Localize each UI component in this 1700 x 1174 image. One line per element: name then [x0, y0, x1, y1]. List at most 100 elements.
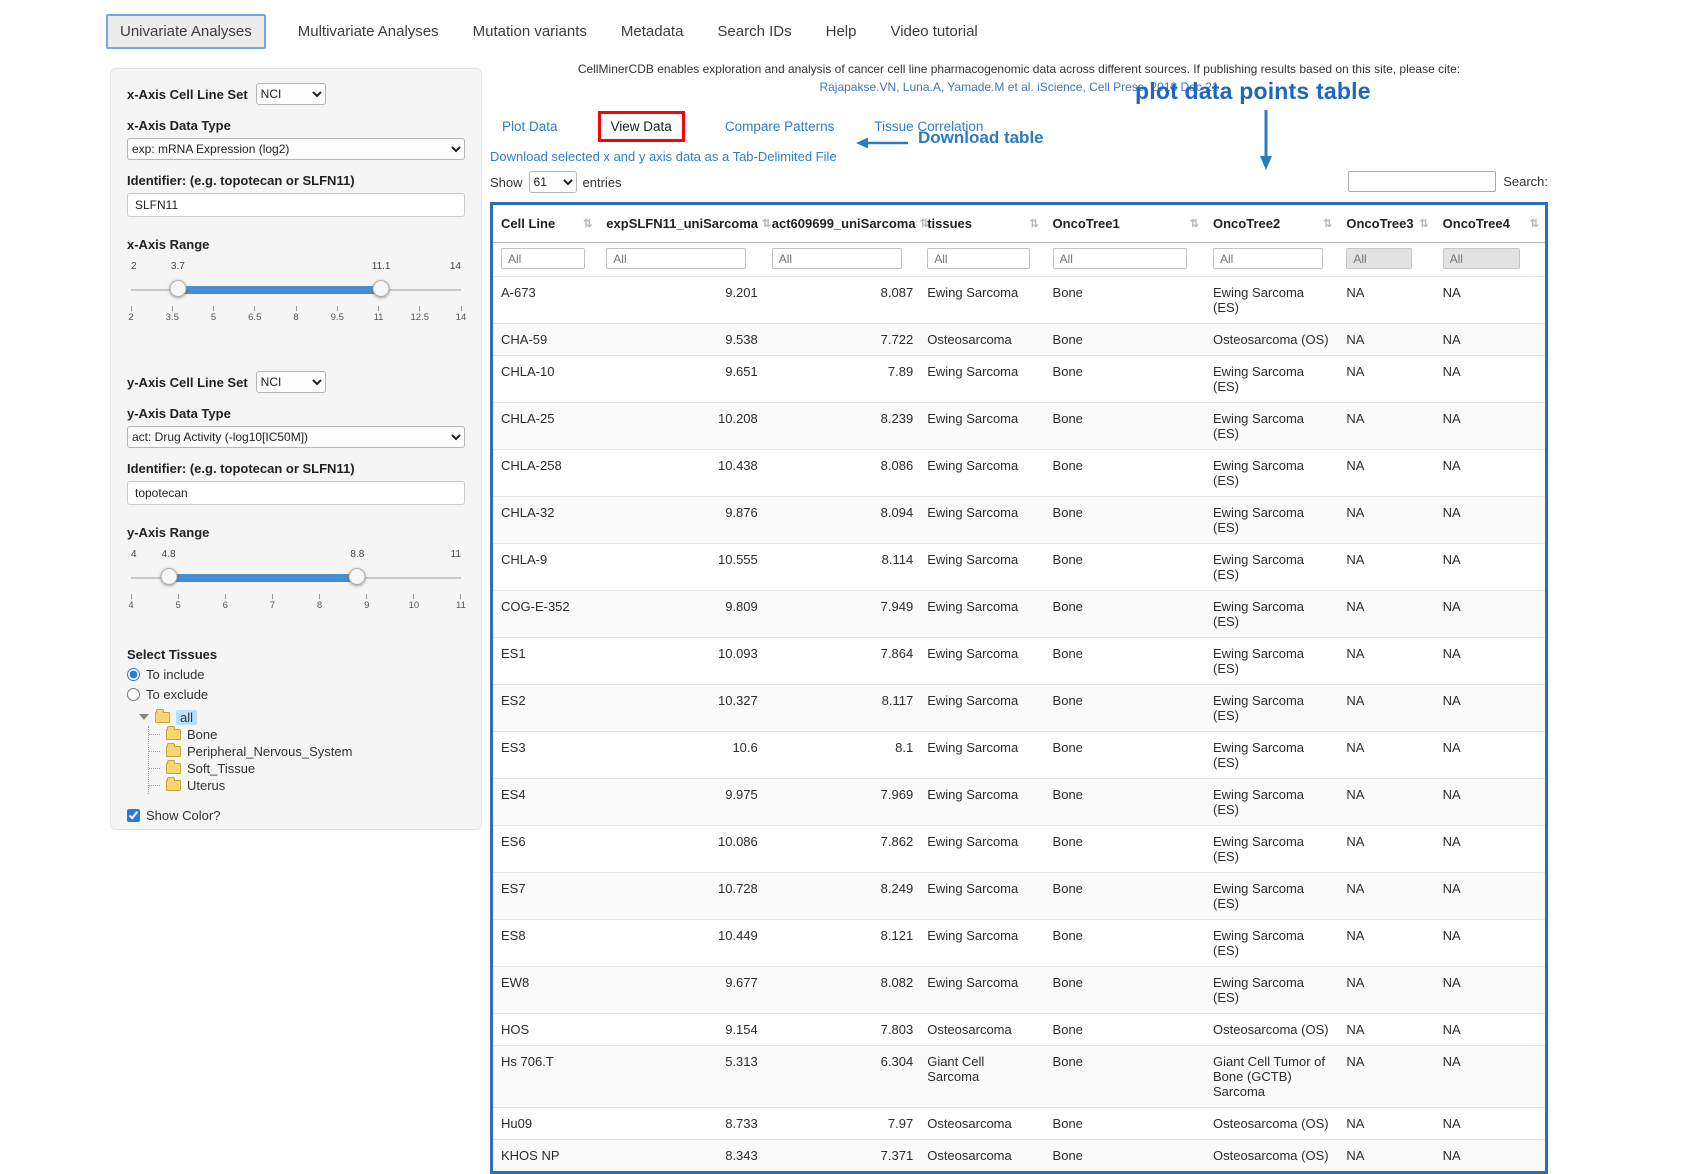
tree-node-peripheral-nervous-system[interactable]: Peripheral_Nervous_System: [149, 743, 465, 760]
column-header-oncotree3[interactable]: OncoTree3⇅: [1338, 205, 1434, 243]
tree-node-soft-tissue[interactable]: Soft_Tissue: [149, 760, 465, 777]
nav-tab-mutation-variants[interactable]: Mutation variants: [471, 15, 589, 48]
oncotree3-cell: NA: [1338, 403, 1434, 450]
oncotree1-cell: Bone: [1045, 1140, 1205, 1172]
filter-oncotree1[interactable]: [1053, 248, 1188, 269]
tissues-exclude-radio[interactable]: [127, 688, 140, 701]
show-color-checkbox[interactable]: [127, 809, 140, 822]
sort-icon[interactable]: ⇅: [1029, 217, 1038, 230]
subtab-compare-patterns[interactable]: Compare Patterns: [725, 119, 835, 134]
tree-node-all[interactable]: all: [139, 708, 465, 726]
nav-tab-multivariate-analyses[interactable]: Multivariate Analyses: [296, 15, 441, 48]
table-row[interactable]: A-673 9.201 8.087 Ewing Sarcoma Bone Ewi…: [493, 277, 1545, 324]
table-row[interactable]: EW8 9.677 8.082 Ewing Sarcoma Bone Ewing…: [493, 967, 1545, 1014]
sort-icon[interactable]: ⇅: [762, 217, 771, 230]
y-axis-range-slider[interactable]: 4 11 4.8 8.8: [131, 564, 461, 594]
table-search-input[interactable]: [1348, 171, 1496, 192]
table-row[interactable]: ES8 10.449 8.121 Ewing Sarcoma Bone Ewin…: [493, 920, 1545, 967]
sort-icon[interactable]: ⇅: [1323, 217, 1332, 230]
exp-value-cell: 9.201: [598, 277, 763, 324]
table-row[interactable]: ES6 10.086 7.862 Ewing Sarcoma Bone Ewin…: [493, 826, 1545, 873]
act-value-cell: 7.864: [764, 638, 919, 685]
y-identifier-input[interactable]: [127, 481, 465, 505]
download-tab-delimited-link[interactable]: Download selected x and y axis data as a…: [490, 149, 1548, 164]
tree-node-uterus[interactable]: Uterus: [149, 777, 465, 794]
table-row[interactable]: CHLA-258 10.438 8.086 Ewing Sarcoma Bone…: [493, 450, 1545, 497]
column-header-oncotree4[interactable]: OncoTree4⇅: [1435, 205, 1545, 243]
tree-item-label[interactable]: Soft_Tissue: [187, 761, 255, 776]
table-controls: Show 61 entries Search:: [490, 171, 1548, 197]
exp-value-cell: 9.651: [598, 356, 763, 403]
table-row[interactable]: KHOS NP 8.343 7.371 Osteosarcoma Bone Os…: [493, 1140, 1545, 1172]
table-row[interactable]: CHA-59 9.538 7.722 Osteosarcoma Bone Ost…: [493, 324, 1545, 356]
x-cell-line-set-select[interactable]: NCI: [256, 83, 326, 105]
nav-tab-metadata[interactable]: Metadata: [619, 15, 686, 48]
oncotree3-cell: NA: [1338, 967, 1434, 1014]
table-row[interactable]: COG-E-352 9.809 7.949 Ewing Sarcoma Bone…: [493, 591, 1545, 638]
citation-reference-link[interactable]: Rajapakse.VN, Luna.A, Yamade.M et al. iS…: [490, 80, 1548, 94]
table-row[interactable]: CHLA-9 10.555 8.114 Ewing Sarcoma Bone E…: [493, 544, 1545, 591]
table-row[interactable]: Hs 706.T 5.313 6.304 Giant Cell Sarcoma …: [493, 1046, 1545, 1108]
table-row[interactable]: CHLA-25 10.208 8.239 Ewing Sarcoma Bone …: [493, 403, 1545, 450]
nav-tab-help[interactable]: Help: [824, 15, 859, 48]
oncotree4-cell: NA: [1435, 1014, 1545, 1046]
filter-oncotree4[interactable]: [1443, 248, 1520, 269]
filter-cell-line[interactable]: [501, 248, 585, 269]
x-axis-range-slider[interactable]: 2 14 3.7 11.1: [131, 276, 461, 306]
column-header-exp-slfn11[interactable]: expSLFN11_uniSarcoma⇅: [598, 205, 763, 243]
x-range-handle-low[interactable]: [169, 280, 186, 297]
tree-node-bone[interactable]: Bone: [149, 726, 465, 743]
nav-tab-search-ids[interactable]: Search IDs: [715, 15, 793, 48]
entries-count-select[interactable]: 61: [529, 171, 577, 193]
table-row[interactable]: Hu09 8.733 7.97 Osteosarcoma Bone Osteos…: [493, 1108, 1545, 1140]
column-header-cell-line[interactable]: Cell Line⇅: [493, 205, 598, 243]
column-header-act609699[interactable]: act609699_uniSarcoma⇅: [764, 205, 919, 243]
y-range-low-value: 4.8: [162, 549, 176, 560]
subtab-view-data[interactable]: View Data: [611, 119, 672, 134]
table-row[interactable]: HOS 9.154 7.803 Osteosarcoma Bone Osteos…: [493, 1014, 1545, 1046]
column-header-oncotree2[interactable]: OncoTree2⇅: [1205, 205, 1338, 243]
table-row[interactable]: ES7 10.728 8.249 Ewing Sarcoma Bone Ewin…: [493, 873, 1545, 920]
table-row[interactable]: ES2 10.327 8.117 Ewing Sarcoma Bone Ewin…: [493, 685, 1545, 732]
table-row[interactable]: ES4 9.975 7.969 Ewing Sarcoma Bone Ewing…: [493, 779, 1545, 826]
filter-exp-slfn11[interactable]: [606, 248, 745, 269]
tree-caret-icon[interactable]: [139, 714, 149, 720]
tissue-cell: Osteosarcoma: [919, 324, 1044, 356]
sort-icon[interactable]: ⇅: [1419, 217, 1428, 230]
nav-tab-video-tutorial[interactable]: Video tutorial: [888, 15, 979, 48]
tree-item-label[interactable]: Bone: [187, 727, 217, 742]
sort-icon[interactable]: ⇅: [583, 217, 592, 230]
tree-root-label[interactable]: all: [176, 710, 197, 725]
tree-item-label[interactable]: Uterus: [187, 778, 225, 793]
column-header-tissues[interactable]: tissues⇅: [919, 205, 1044, 243]
column-header-oncotree1[interactable]: OncoTree1⇅: [1045, 205, 1205, 243]
y-range-handle-low[interactable]: [160, 568, 177, 585]
sort-icon[interactable]: ⇅: [1530, 217, 1539, 230]
filter-oncotree3[interactable]: [1346, 248, 1412, 269]
tree-item-label[interactable]: Peripheral_Nervous_System: [187, 744, 352, 759]
subtab-plot-data[interactable]: Plot Data: [502, 119, 558, 134]
sort-icon[interactable]: ⇅: [1190, 217, 1199, 230]
table-row[interactable]: ES1 10.093 7.864 Ewing Sarcoma Bone Ewin…: [493, 638, 1545, 685]
y-range-handle-high[interactable]: [349, 568, 366, 585]
tree-node-no-selection[interactable]: no_selection: [139, 829, 465, 830]
table-row[interactable]: CHLA-10 9.651 7.89 Ewing Sarcoma Bone Ew…: [493, 356, 1545, 403]
slider-selected-range[interactable]: [169, 574, 358, 582]
tissues-include-radio[interactable]: [127, 668, 140, 681]
table-row[interactable]: CHLA-32 9.876 8.094 Ewing Sarcoma Bone E…: [493, 497, 1545, 544]
oncotree1-cell: Bone: [1045, 403, 1205, 450]
y-data-type-select[interactable]: act: Drug Activity (-log10[IC50M]): [127, 426, 465, 448]
y-cell-line-set-select[interactable]: NCI: [256, 371, 326, 393]
exp-value-cell: 8.343: [598, 1140, 763, 1172]
x-identifier-input[interactable]: [127, 193, 465, 217]
slider-selected-range[interactable]: [178, 286, 381, 294]
x-data-type-select[interactable]: exp: mRNA Expression (log2): [127, 138, 465, 160]
filter-act609699[interactable]: [772, 248, 902, 269]
filter-tissues[interactable]: [927, 248, 1029, 269]
x-range-handle-high[interactable]: [373, 280, 390, 297]
cell-line-cell: KHOS NP: [493, 1140, 598, 1172]
oncotree2-cell: Ewing Sarcoma (ES): [1205, 732, 1338, 779]
nav-tab-univariate-analyses[interactable]: Univariate Analyses: [106, 14, 266, 49]
table-row[interactable]: ES3 10.6 8.1 Ewing Sarcoma Bone Ewing Sa…: [493, 732, 1545, 779]
filter-oncotree2[interactable]: [1213, 248, 1323, 269]
